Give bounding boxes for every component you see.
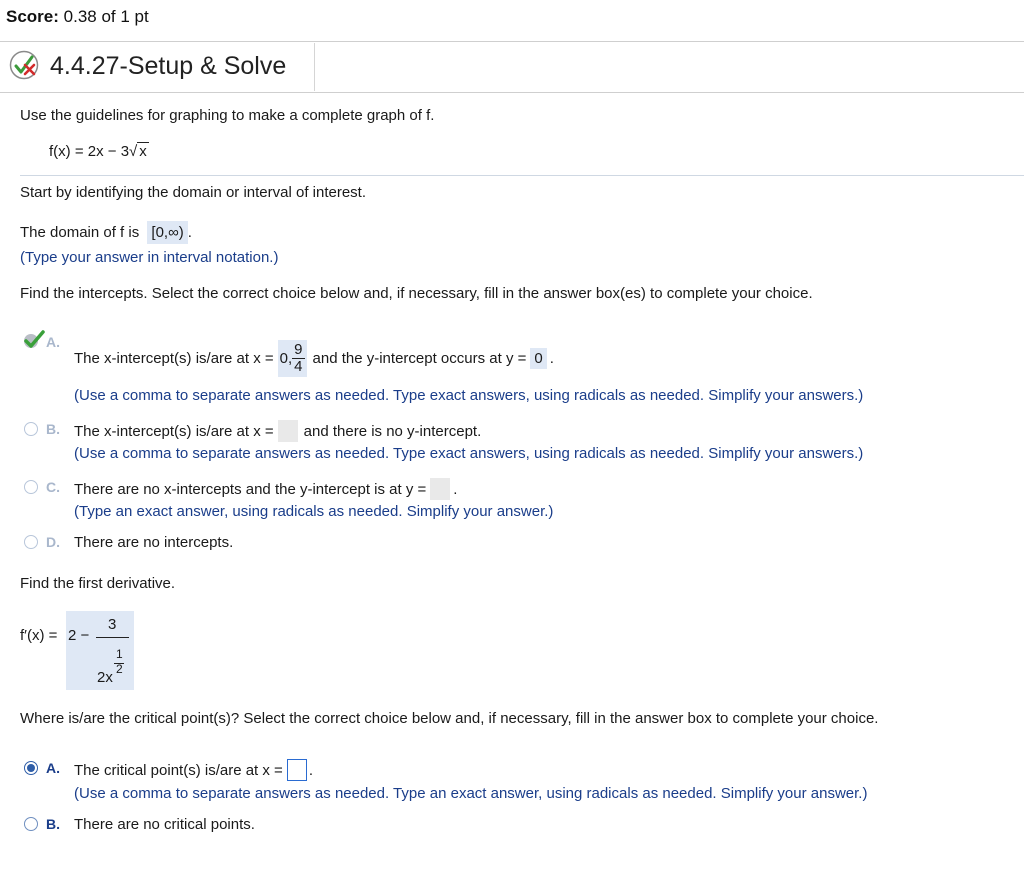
question-title: 4.4.27-Setup & Solve <box>6 43 315 91</box>
derivative-numerator: 3 <box>108 616 117 633</box>
x-intercept-prefix: 0, <box>279 349 293 367</box>
derivative-lead: 2 − <box>68 627 90 644</box>
question-id: 4.4.27-Setup & Solve <box>50 52 287 80</box>
derivative-exponent-denominator: 2 <box>116 662 123 676</box>
function-prefix: f(x) = 2x − 3 <box>49 143 130 160</box>
function-definition: f(x) = 2x − 3√ x <box>49 142 149 160</box>
critical-choice-a-letter: A. <box>46 760 60 776</box>
problem-instruction: Use the guidelines for graphing to make … <box>20 107 435 124</box>
choice-b-answer-box <box>277 420 298 442</box>
x-intercept-answer: 0, 9 4 <box>277 339 307 377</box>
choice-b-text-after: and there is no y-intercept. <box>303 422 482 440</box>
choice-a-text-before: The x-intercept(s) is/are at x = <box>74 349 274 367</box>
domain-suffix: . <box>187 224 192 241</box>
derivative-fraction-bar <box>96 637 129 638</box>
function-radicand: x <box>137 142 149 160</box>
intercepts-choice-d-radio[interactable] <box>24 535 38 549</box>
score-label: Score: <box>6 7 59 26</box>
correct-checkmark-icon <box>24 330 45 348</box>
domain-answer: [0,∞) <box>147 221 188 244</box>
title-divider <box>0 92 1024 93</box>
critical-choice-a[interactable]: The critical point(s) is/are at x = . <box>74 759 313 781</box>
intercepts-choice-a-letter: A. <box>46 334 60 350</box>
choice-a-hint: (Use a comma to separate answers as need… <box>74 387 864 404</box>
choice-b-text-before: The x-intercept(s) is/are at x = <box>74 422 274 440</box>
x-intercept-numerator: 9 <box>292 340 305 359</box>
domain-intro: Start by identifying the domain or inter… <box>20 184 367 201</box>
critical-prompt: Where is/are the critical point(s)? Sele… <box>20 710 879 727</box>
score-display: Score: 0.38 of 1 pt <box>6 7 149 27</box>
choice-c-text-before: There are no x-intercepts and the y-inte… <box>74 480 427 498</box>
critical-choice-a-radio[interactable] <box>24 761 38 775</box>
intercepts-choice-d-letter: D. <box>46 534 60 550</box>
critical-choice-b[interactable]: There are no critical points. <box>74 816 255 833</box>
derivative-base: 2x <box>97 669 113 686</box>
derivative-exponent-numerator: 1 <box>116 647 123 661</box>
x-intercept-fraction: 9 4 <box>292 340 305 375</box>
derivative-label: f′(x) = <box>20 627 58 644</box>
critical-choice-b-letter: B. <box>46 816 60 832</box>
domain-hint: (Type your answer in interval notation.) <box>20 249 279 266</box>
derivative-prompt: Find the first derivative. <box>20 575 176 592</box>
header-divider <box>0 41 1024 42</box>
choice-c-suffix: . <box>453 480 458 498</box>
intercepts-choice-b[interactable]: The x-intercept(s) is/are at x = and the… <box>74 420 481 442</box>
x-intercept-denominator: 4 <box>294 357 303 375</box>
choice-b-hint: (Use a comma to separate answers as need… <box>74 445 864 462</box>
critical-a-hint: (Use a comma to separate answers as need… <box>74 785 868 802</box>
critical-a-suffix: . <box>308 761 313 779</box>
derivative-answer: 2 − 3 2x 1 2 <box>66 611 134 690</box>
score-value: 0.38 of 1 pt <box>63 7 149 26</box>
intercepts-prompt: Find the intercepts. Select the correct … <box>20 285 813 302</box>
intercepts-choice-b-radio[interactable] <box>24 422 38 436</box>
section-divider <box>20 175 1024 176</box>
partial-credit-pencil-x-icon <box>9 50 39 80</box>
choice-c-hint: (Type an exact answer, using radicals as… <box>74 503 554 520</box>
critical-point-input[interactable] <box>286 759 307 781</box>
y-intercept-answer: 0 <box>530 347 547 369</box>
domain-row: The domain of f is [0,∞). <box>20 221 192 244</box>
intercepts-choice-a[interactable]: The x-intercept(s) is/are at x = 0, 9 4 … <box>74 333 554 383</box>
intercepts-choice-c-radio[interactable] <box>24 480 38 494</box>
critical-a-text-before: The critical point(s) is/are at x = <box>74 761 283 779</box>
domain-prompt: The domain of f is <box>20 224 140 241</box>
choice-a-suffix: . <box>549 349 554 367</box>
critical-choice-b-radio[interactable] <box>24 817 38 831</box>
choice-c-answer-box <box>430 478 451 500</box>
choice-a-text-middle: and the y-intercept occurs at y = <box>312 349 527 367</box>
intercepts-choice-c-letter: C. <box>46 479 60 495</box>
intercepts-choice-c[interactable]: There are no x-intercepts and the y-inte… <box>74 478 457 500</box>
intercepts-choice-d[interactable]: There are no intercepts. <box>74 534 233 551</box>
intercepts-choice-b-letter: B. <box>46 421 60 437</box>
